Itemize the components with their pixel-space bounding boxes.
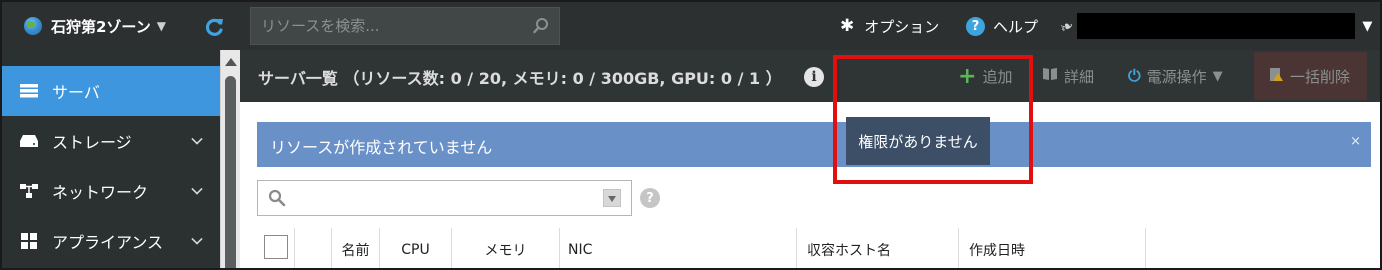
power-menu-button[interactable]: ⏻ 電源操作 ▼	[1128, 65, 1223, 87]
help-menu[interactable]: ? ヘルプ	[966, 14, 1038, 38]
search-icon	[268, 189, 286, 207]
sidebar-item-server[interactable]: サーバ	[2, 66, 220, 116]
options-menu[interactable]: ✱ オプション	[840, 14, 939, 38]
chevron-down-icon: ▼	[1212, 68, 1223, 84]
app-window: 石狩第2ゾーン ▼ ✱ オプション ? ヘルプ ❧ ▼	[0, 0, 1382, 270]
help-icon: ?	[966, 16, 985, 36]
zone-label: 石狩第2ゾーン	[51, 17, 151, 36]
highlight-box	[833, 55, 1033, 184]
table-filter	[257, 180, 632, 216]
scroll-up-icon[interactable]	[225, 58, 237, 66]
filter-dropdown-toggle[interactable]	[603, 189, 621, 207]
scrollbar-thumb[interactable]	[225, 76, 236, 268]
options-label: オプション	[864, 17, 940, 36]
column-header-memory[interactable]: メモリ	[452, 228, 560, 268]
search-icon[interactable]	[533, 17, 549, 35]
sidebar-item-label: アプライアンス	[52, 233, 164, 252]
book-icon	[1042, 67, 1058, 85]
empty-resource-alert: リソースが作成されていません ×	[257, 122, 1371, 167]
column-header-name[interactable]: 名前	[332, 228, 380, 268]
zone-selector[interactable]: 石狩第2ゾーン ▼	[24, 14, 166, 38]
sidebar-item-appliance[interactable]: アプライアンス	[2, 216, 220, 266]
info-icon[interactable]: i	[804, 67, 824, 87]
sidebar-item-storage[interactable]: ストレージ	[2, 116, 220, 166]
table-header: 名前 CPU メモリ NIC 収容ホスト名 作成日時	[257, 228, 1371, 268]
chevron-down-icon: ▼	[156, 19, 166, 33]
sidebar-item-label: ストレージ	[52, 133, 132, 152]
sidebar-scrollbar[interactable]	[220, 50, 240, 268]
sidebar-item-label: サーバ	[52, 83, 100, 102]
globe-icon	[24, 17, 42, 35]
filter-input[interactable]	[292, 181, 592, 215]
refresh-button[interactable]	[200, 14, 230, 40]
column-header-host[interactable]: 収容ホスト名	[797, 228, 959, 268]
chevron-down-icon	[191, 133, 203, 145]
page-title: サーバ一覧 （リソース数: 0 / 20, メモリ: 0 / 300GB, GP…	[258, 69, 782, 88]
sidebar: サーバ ストレージ ネットワーク アプライアンス	[2, 50, 220, 268]
chevron-down-icon	[191, 233, 203, 245]
alert-text: リソースが作成されていません	[270, 138, 493, 157]
power-label: 電源操作	[1146, 67, 1207, 86]
chevron-down-icon	[191, 183, 203, 195]
server-icon	[20, 84, 38, 98]
sidebar-item-label: ネットワーク	[52, 183, 149, 202]
column-spacer	[295, 228, 332, 268]
sidebar-item-network[interactable]: ネットワーク	[2, 166, 220, 216]
warning-trash-icon	[1268, 66, 1284, 86]
feather-icon: ❧	[1056, 14, 1077, 38]
refresh-icon	[205, 18, 223, 36]
user-name-redacted	[1077, 13, 1356, 39]
content-header: サーバ一覧 （リソース数: 0 / 20, メモリ: 0 / 300GB, GP…	[240, 50, 1380, 102]
column-header-nic[interactable]: NIC	[560, 228, 797, 268]
close-icon[interactable]: ×	[1350, 134, 1361, 149]
appliance-icon	[20, 233, 38, 249]
select-all-cell	[257, 228, 295, 268]
power-icon: ⏻	[1128, 66, 1141, 85]
resource-search	[250, 7, 560, 45]
network-icon	[20, 184, 38, 198]
chevron-down-icon: ▼	[1362, 18, 1373, 34]
resource-search-input[interactable]	[251, 8, 531, 44]
storage-icon	[20, 134, 38, 148]
detail-label: 詳細	[1064, 67, 1095, 86]
user-menu[interactable]: ❧ ▼	[1056, 13, 1373, 39]
bulk-delete-button[interactable]: 一括削除	[1268, 65, 1350, 87]
column-header-created[interactable]: 作成日時	[959, 228, 1146, 268]
select-all-checkbox[interactable]	[264, 235, 288, 259]
top-bar: 石狩第2ゾーン ▼ ✱ オプション ? ヘルプ ❧ ▼	[2, 2, 1380, 50]
bulk-delete-label: 一括削除	[1290, 67, 1351, 86]
column-header-cpu[interactable]: CPU	[380, 228, 452, 268]
gear-icon: ✱	[840, 16, 855, 36]
filter-help-icon[interactable]: ?	[640, 188, 660, 208]
help-label: ヘルプ	[993, 17, 1039, 36]
detail-button[interactable]: 詳細	[1042, 65, 1094, 87]
